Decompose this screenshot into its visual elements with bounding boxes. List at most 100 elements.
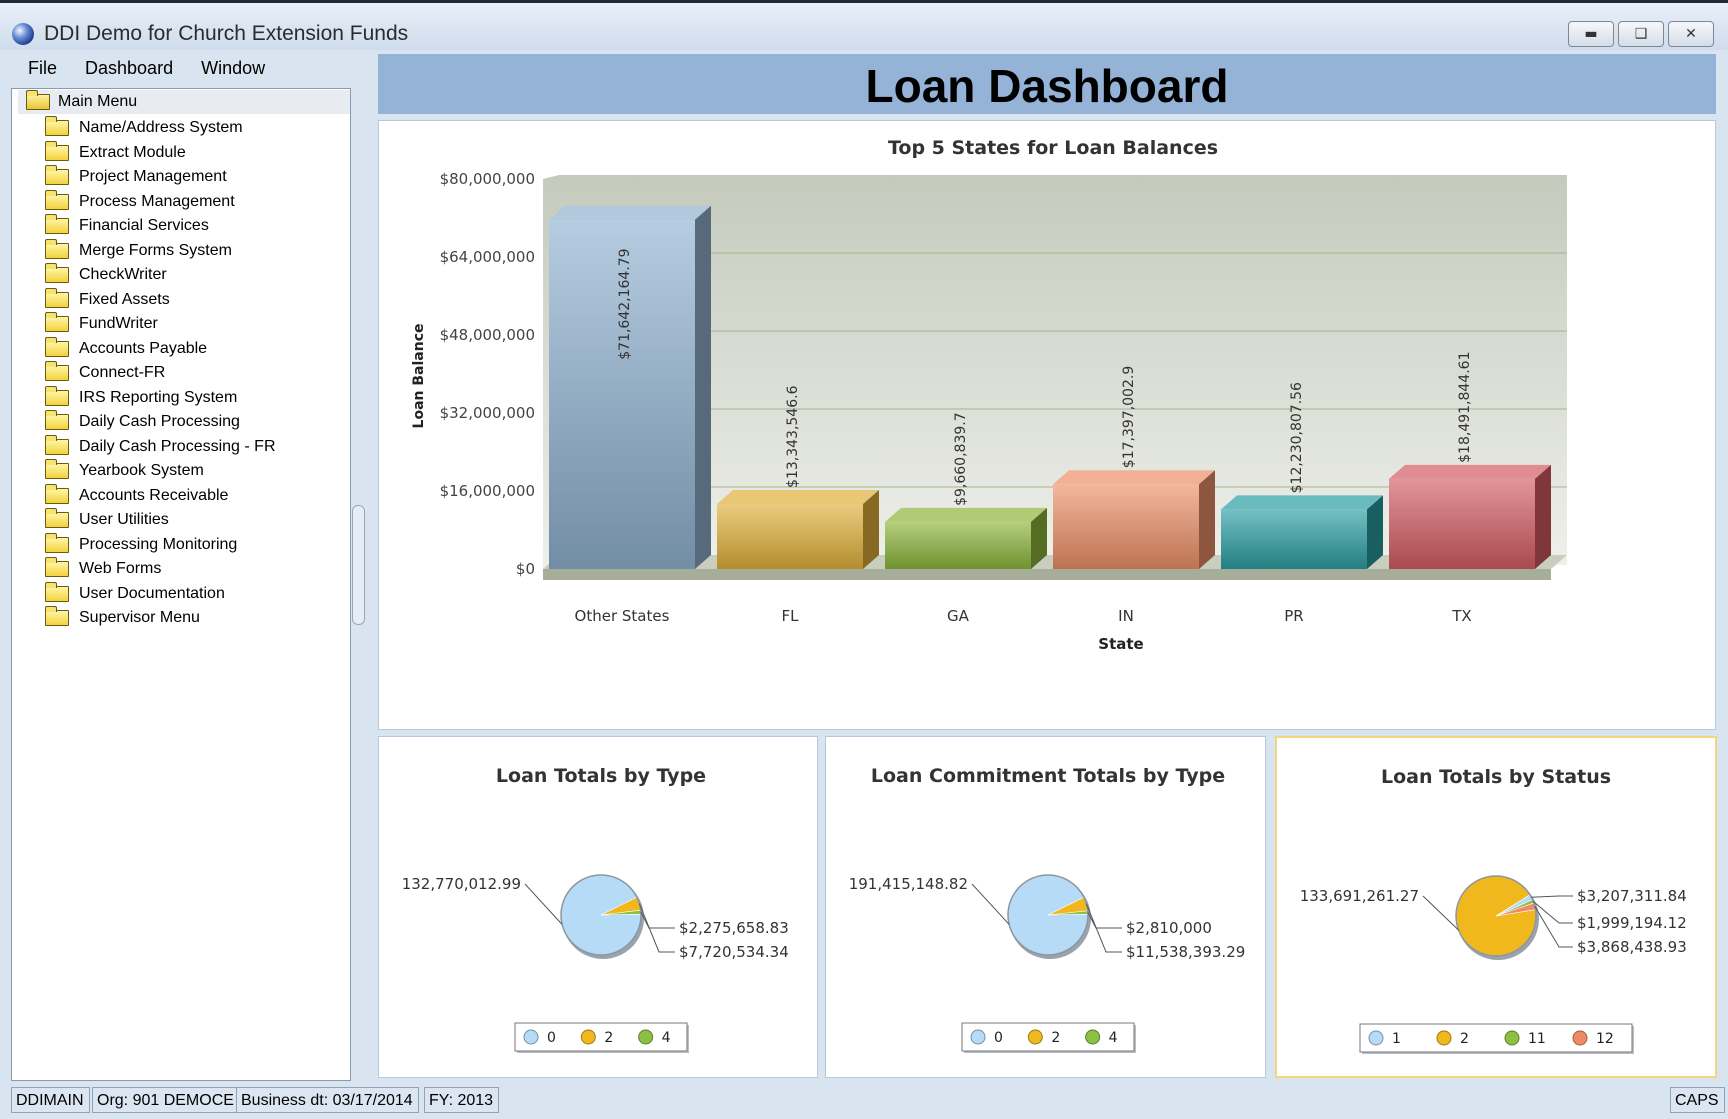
legend-label: 4 bbox=[662, 1030, 671, 1046]
tree-item[interactable]: Supervisor Menu bbox=[45, 606, 276, 631]
tree-item-label: Extract Module bbox=[79, 143, 186, 161]
bar-top bbox=[1221, 495, 1383, 510]
maximize-icon: ❑ bbox=[1634, 26, 1648, 42]
folder-icon bbox=[45, 165, 69, 186]
tree-item-label: Daily Cash Processing - FR bbox=[79, 437, 276, 455]
bar-value-label: $17,397,002.9 bbox=[1121, 366, 1137, 468]
close-button[interactable]: ✕ bbox=[1668, 21, 1714, 47]
folder-icon bbox=[45, 459, 69, 480]
tree-item-label: Accounts Receivable bbox=[79, 486, 229, 504]
tree-item[interactable]: Daily Cash Processing - FR bbox=[45, 434, 276, 460]
pie-leader-line bbox=[1532, 900, 1573, 924]
tree-item[interactable]: Extract Module bbox=[45, 140, 276, 166]
menu-window[interactable]: Window bbox=[185, 54, 277, 84]
bar-value-label: $71,642,164.79 bbox=[617, 248, 633, 359]
bar-top bbox=[885, 507, 1047, 522]
tree-item[interactable]: Processing Monitoring bbox=[45, 532, 276, 558]
main-menu-tree[interactable]: Main Menu Name/Address System Extract Mod… bbox=[11, 88, 351, 1081]
tree-item[interactable]: User Documentation bbox=[45, 581, 276, 607]
legend-swatch bbox=[1085, 1029, 1101, 1045]
x-axis-label: State bbox=[1098, 635, 1143, 653]
status-fiscal-year: FY: 2013 bbox=[424, 1087, 500, 1113]
tree-item[interactable]: Financial Services bbox=[45, 214, 276, 239]
tree-item[interactable]: Connect-FR bbox=[45, 361, 276, 386]
legend-label: 4 bbox=[1109, 1030, 1118, 1046]
tree-item[interactable]: IRS Reporting System bbox=[45, 385, 276, 411]
tree-item[interactable]: Yearbook System bbox=[45, 459, 276, 484]
legend-label: 11 bbox=[1528, 1031, 1546, 1047]
tree-item[interactable]: Fixed Assets bbox=[45, 287, 276, 313]
maximize-button[interactable]: ❑ bbox=[1618, 21, 1664, 47]
legend-swatch bbox=[1504, 1030, 1520, 1046]
tree-item[interactable]: CheckWriter bbox=[45, 263, 276, 288]
legend-swatch bbox=[638, 1029, 654, 1045]
tree-item-label: User Utilities bbox=[79, 511, 169, 529]
minimize-button[interactable]: ▬ bbox=[1568, 21, 1614, 47]
pie-value-label: $2,810,000 bbox=[1126, 919, 1212, 937]
panel-splitter[interactable] bbox=[352, 505, 365, 625]
bar-front[interactable] bbox=[1053, 484, 1199, 569]
tree-item-label: Fixed Assets bbox=[79, 290, 170, 308]
tree-item[interactable]: Project Management bbox=[45, 165, 276, 190]
tree-item[interactable]: Daily Cash Processing bbox=[45, 410, 276, 435]
tree-item-label: Process Management bbox=[79, 192, 235, 210]
folder-icon bbox=[45, 214, 69, 235]
bar-side bbox=[1535, 464, 1551, 569]
tree-item[interactable]: FundWriter bbox=[45, 312, 276, 337]
folder-icon bbox=[45, 116, 69, 137]
tree-item[interactable]: Merge Forms System bbox=[45, 238, 276, 264]
bar-top bbox=[549, 205, 711, 220]
folder-icon bbox=[45, 238, 69, 259]
tree-item[interactable]: Name/Address System bbox=[45, 116, 276, 141]
status-org: Org: 901 DEMOCE bbox=[92, 1087, 240, 1113]
pie-value-label: 191,415,148.82 bbox=[849, 875, 968, 893]
bar-value-label: $12,230,807.56 bbox=[1289, 382, 1305, 493]
pie-value-label: $1,999,194.12 bbox=[1577, 914, 1687, 932]
bar-value-label: $13,343,546.6 bbox=[785, 385, 801, 488]
tree-root-main-menu[interactable]: Main Menu bbox=[18, 90, 350, 114]
folder-icon bbox=[45, 263, 69, 284]
folder-icon bbox=[45, 287, 69, 308]
legend-swatch bbox=[1027, 1029, 1043, 1045]
bar-front[interactable] bbox=[1389, 478, 1535, 569]
legend-label: 0 bbox=[994, 1030, 1003, 1046]
menu-file[interactable]: File bbox=[12, 54, 69, 84]
pie-leader-line bbox=[1534, 906, 1573, 948]
loan-totals-by-type-pie: Loan Totals by Type 132,770,012.99 $2,275,… bbox=[402, 765, 789, 1053]
pie-value-label: $3,868,438.93 bbox=[1577, 938, 1687, 956]
tree-item-label: Connect-FR bbox=[79, 364, 166, 382]
menu-dashboard[interactable]: Dashboard bbox=[69, 54, 185, 84]
x-tick-label: GA bbox=[947, 607, 970, 625]
bar-front[interactable] bbox=[1221, 509, 1367, 569]
bar-front[interactable] bbox=[885, 521, 1031, 569]
pie-leader-line bbox=[1531, 895, 1573, 898]
folder-icon bbox=[45, 385, 69, 406]
plot-floor-edge bbox=[543, 569, 1551, 580]
pie-value-label: 133,691,261.27 bbox=[1300, 887, 1419, 905]
y-tick-label: $48,000,000 bbox=[440, 326, 535, 344]
pie-leader-line bbox=[971, 883, 1010, 925]
y-tick-label: $64,000,000 bbox=[440, 248, 535, 266]
tree-item[interactable]: User Utilities bbox=[45, 508, 276, 533]
folder-icon bbox=[45, 532, 69, 553]
legend-label: 0 bbox=[547, 1030, 556, 1046]
tree-item[interactable]: Web Forms bbox=[45, 557, 276, 582]
pie-title: Loan Commitment Totals by Type bbox=[871, 765, 1225, 787]
x-tick-label: IN bbox=[1118, 607, 1134, 625]
tree-item[interactable]: Accounts Payable bbox=[45, 336, 276, 362]
tree-item[interactable]: Accounts Receivable bbox=[45, 483, 276, 509]
tree-item-label: Accounts Payable bbox=[79, 339, 208, 357]
legend-swatch bbox=[970, 1029, 986, 1045]
bar-side bbox=[1199, 470, 1215, 569]
y-tick-label: $32,000,000 bbox=[440, 404, 535, 422]
bar-value-label: $9,660,839.7 bbox=[953, 412, 969, 506]
bar-front[interactable] bbox=[717, 503, 863, 569]
window-title: DDI Demo for Church Extension Funds bbox=[44, 22, 409, 45]
dashboard-title: Loan Dashboard bbox=[865, 60, 1229, 112]
tree-item-label: Financial Services bbox=[79, 217, 209, 235]
pie-value-label: $7,720,534.34 bbox=[679, 943, 789, 961]
menu-bar: File Dashboard Window bbox=[12, 54, 277, 84]
x-tick-label: TX bbox=[1451, 607, 1471, 625]
tree-item[interactable]: Process Management bbox=[45, 189, 276, 215]
folder-icon bbox=[45, 483, 69, 504]
